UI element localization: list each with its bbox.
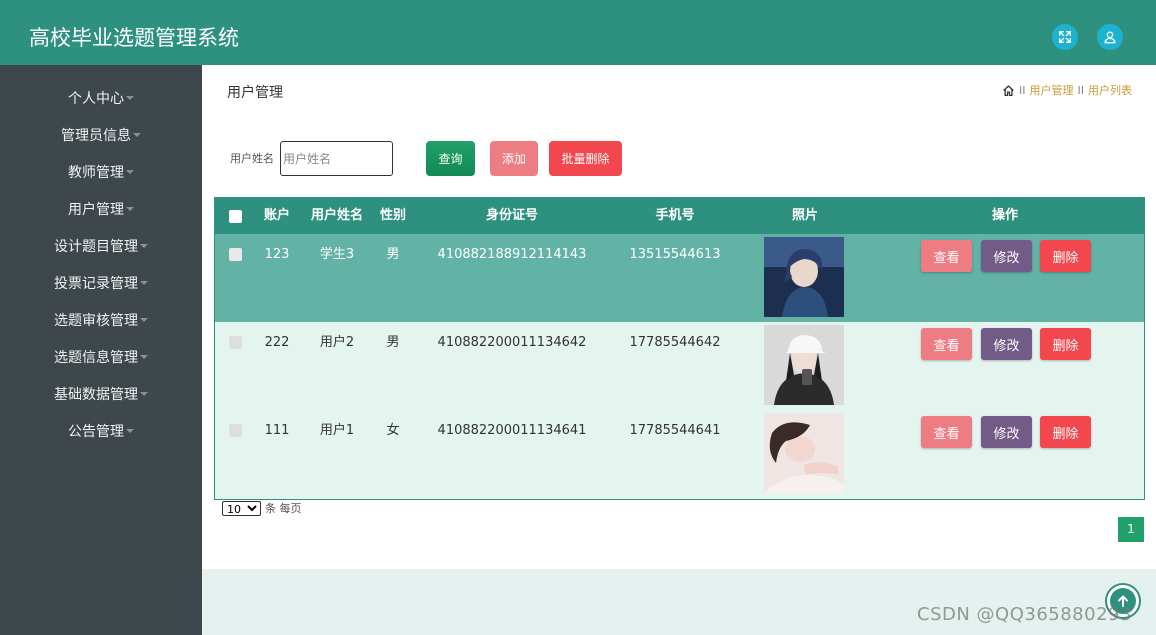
sidebar-item-label: 投票记录管理 (54, 276, 138, 292)
user-table: 账户 用户姓名 性别 身份证号 手机号 照片 操作 123 学生3 男 4108… (214, 197, 1145, 500)
add-button[interactable]: 添加 (490, 141, 538, 176)
caret-down-icon (140, 318, 148, 322)
user-photo (764, 325, 844, 405)
watermark: CSDN @QQ365880293 (917, 604, 1132, 625)
breadcrumb-separator: II (1019, 83, 1026, 97)
caret-down-icon (126, 170, 134, 174)
select-all-checkbox[interactable] (229, 210, 242, 223)
caret-down-icon (126, 207, 134, 211)
page-title: 用户管理 (227, 85, 283, 101)
caret-down-icon (140, 244, 148, 248)
breadcrumb: II 用户管理 II 用户列表 (1002, 82, 1132, 98)
edit-button[interactable]: 修改 (981, 240, 1032, 272)
breadcrumb-separator: II (1077, 83, 1085, 97)
cell-id-number: 410882200011134642 (437, 335, 587, 350)
column-header-id-number[interactable]: 身份证号 (437, 198, 587, 234)
sidebar-item-user-management[interactable]: 用户管理 (0, 198, 202, 222)
table-row: 222 用户2 男 410882200011134642 17785544642… (215, 322, 1144, 410)
cell-account: 123 (264, 247, 290, 262)
row-checkbox[interactable] (229, 424, 242, 437)
sidebar-item-label: 选题信息管理 (54, 350, 138, 366)
table-header: 账户 用户姓名 性别 身份证号 手机号 照片 操作 (215, 198, 1144, 234)
cell-phone: 17785544641 (629, 423, 721, 438)
page-number-1[interactable]: 1 (1118, 517, 1144, 542)
sidebar-item-label: 选题审核管理 (54, 313, 138, 329)
breadcrumb-user-management[interactable]: 用户管理 (1030, 82, 1074, 98)
column-header-photo: 照片 (791, 208, 818, 223)
page-size-control: 10 条 每页 (222, 500, 302, 516)
delete-button[interactable]: 删除 (1040, 416, 1091, 448)
sidebar-item-label: 设计题目管理 (54, 239, 138, 255)
sidebar-item-label: 基础数据管理 (54, 387, 138, 403)
delete-button[interactable]: 删除 (1040, 240, 1091, 272)
sidebar: 个人中心 管理员信息 教师管理 用户管理 设计题目管理 投票记录管理 选题审核管… (0, 65, 202, 635)
home-icon[interactable] (1002, 84, 1015, 97)
caret-down-icon (140, 281, 148, 285)
cell-phone: 17785544642 (629, 335, 721, 350)
sidebar-item-basic-data-management[interactable]: 基础数据管理 (0, 383, 202, 407)
column-header-actions: 操作 (991, 208, 1018, 223)
edit-button[interactable]: 修改 (981, 416, 1032, 448)
content-footer-area (202, 569, 1156, 635)
sidebar-item-admin-info[interactable]: 管理员信息 (0, 124, 202, 148)
cell-phone: 13515544613 (629, 247, 721, 262)
user-photo (764, 237, 844, 317)
user-icon[interactable] (1097, 24, 1123, 50)
column-header-phone[interactable]: 手机号 (615, 198, 735, 234)
row-checkbox[interactable] (229, 336, 242, 349)
cell-account: 111 (264, 423, 290, 438)
top-bar: 高校毕业选题管理系统 (0, 0, 1156, 65)
sidebar-item-vote-record-management[interactable]: 投票记录管理 (0, 272, 202, 296)
username-search-input[interactable] (280, 141, 393, 176)
cell-gender: 男 (386, 335, 400, 350)
sidebar-item-label: 个人中心 (68, 91, 124, 107)
edit-button[interactable]: 修改 (981, 328, 1032, 360)
breadcrumb-user-list[interactable]: 用户列表 (1088, 82, 1132, 98)
cell-gender: 女 (386, 423, 400, 438)
fullscreen-icon[interactable] (1052, 24, 1078, 50)
page-size-select[interactable]: 10 (222, 500, 261, 516)
row-checkbox[interactable] (229, 248, 242, 261)
caret-down-icon (133, 133, 141, 137)
sidebar-item-announcement-management[interactable]: 公告管理 (0, 420, 202, 444)
cell-name: 用户2 (319, 335, 355, 350)
cell-id-number: 410882200011134641 (437, 423, 587, 438)
view-button[interactable]: 查看 (921, 416, 972, 448)
sidebar-item-label: 管理员信息 (61, 128, 131, 144)
view-button[interactable]: 查看 (921, 328, 972, 360)
table-row: 123 学生3 男 410882188912114143 13515544613… (215, 234, 1144, 322)
sidebar-item-teacher-management[interactable]: 教师管理 (0, 161, 202, 185)
cell-gender: 男 (386, 247, 400, 262)
delete-button[interactable]: 删除 (1040, 328, 1091, 360)
caret-down-icon (126, 429, 134, 433)
user-photo (764, 413, 844, 493)
cell-name: 学生3 (319, 247, 355, 262)
page-size-suffix: 条 每页 (265, 502, 302, 515)
column-header-account[interactable]: 账户 (255, 198, 299, 234)
cell-id-number: 410882188912114143 (437, 247, 587, 262)
sidebar-item-label: 用户管理 (68, 202, 124, 218)
column-header-gender[interactable]: 性别 (373, 198, 413, 234)
sidebar-item-label: 教师管理 (68, 165, 124, 181)
query-button[interactable]: 查询 (426, 141, 475, 176)
cell-account: 222 (264, 335, 290, 350)
batch-delete-button[interactable]: 批量删除 (549, 141, 622, 176)
caret-down-icon (140, 392, 148, 396)
caret-down-icon (126, 96, 134, 100)
search-label: 用户姓名 (230, 152, 274, 165)
table-row: 111 用户1 女 410882200011134641 17785544641… (215, 410, 1144, 499)
caret-down-icon (140, 355, 148, 359)
sidebar-item-label: 公告管理 (68, 424, 124, 440)
sidebar-item-topic-info-management[interactable]: 选题信息管理 (0, 346, 202, 370)
cell-name: 用户1 (319, 423, 355, 438)
sidebar-item-design-topic-management[interactable]: 设计题目管理 (0, 235, 202, 259)
sidebar-item-personal-center[interactable]: 个人中心 (0, 87, 202, 111)
view-button[interactable]: 查看 (921, 240, 972, 272)
column-header-name[interactable]: 用户姓名 (305, 198, 369, 234)
sidebar-item-topic-review-management[interactable]: 选题审核管理 (0, 309, 202, 333)
app-title: 高校毕业选题管理系统 (29, 26, 239, 50)
